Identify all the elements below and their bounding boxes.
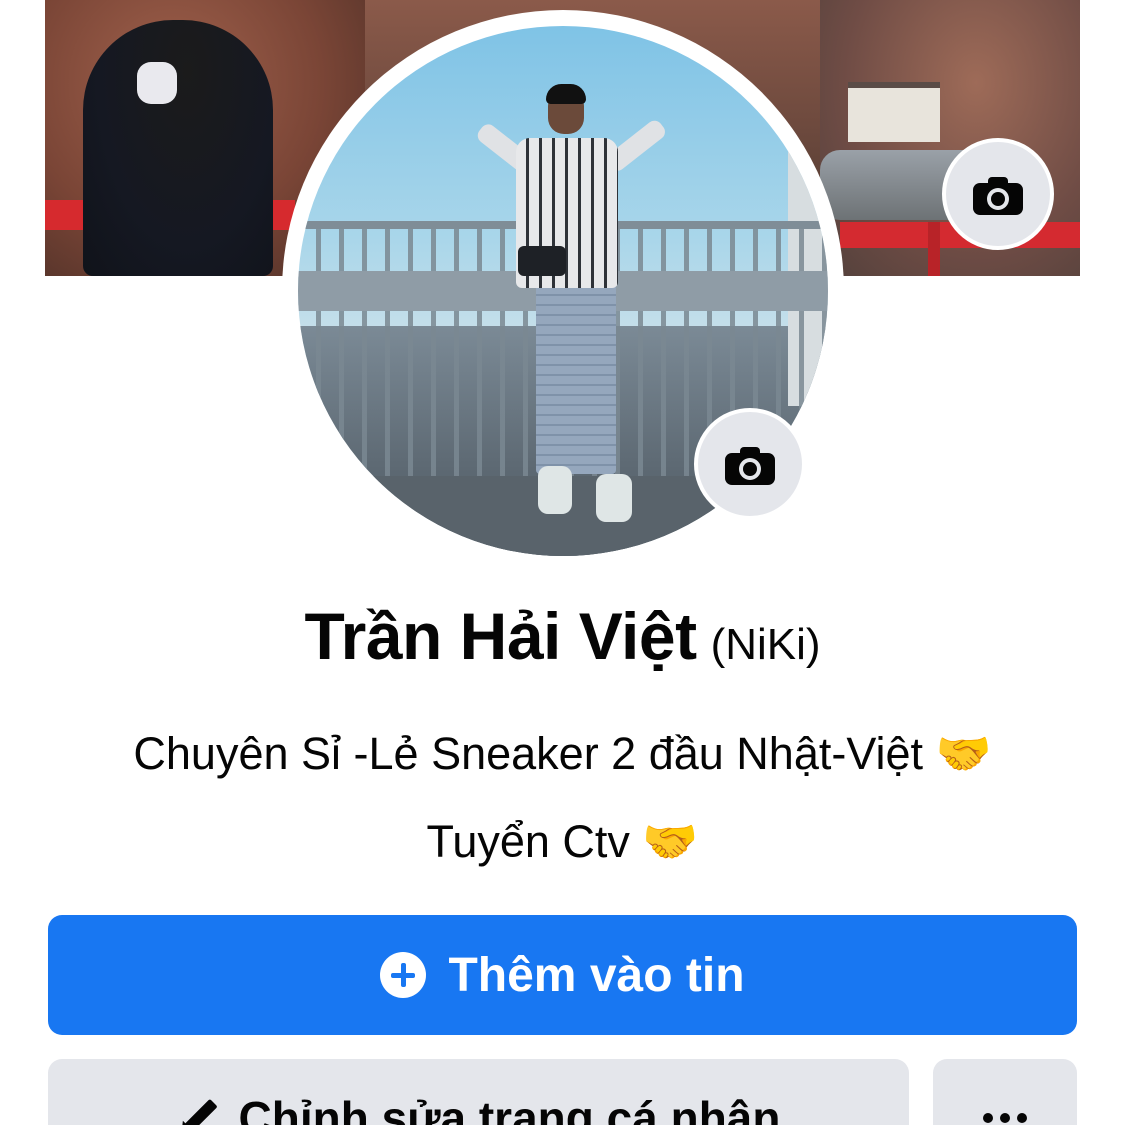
bio-line: Chuyên Sỉ -Lẻ Sneaker 2 đầu Nhật-Việt 🤝 (133, 728, 992, 779)
avatar-figure-bag (518, 246, 566, 276)
avatar-figure-hair (546, 84, 586, 104)
more-options-button[interactable] (933, 1059, 1077, 1125)
avatar-figure-legs (536, 284, 616, 474)
profile-name-row: Trần Hải Việt (NiKi) (0, 598, 1125, 674)
add-to-story-label: Thêm vào tin (448, 948, 745, 1002)
edit-cover-photo-button[interactable] (942, 138, 1054, 250)
avatar-figure-shoe-right (596, 474, 632, 522)
more-dots-icon (983, 1113, 1027, 1123)
pencil-icon (175, 1095, 218, 1125)
cover-building (848, 82, 940, 142)
camera-icon (973, 175, 1023, 215)
add-to-story-button[interactable]: Thêm vào tin (48, 915, 1077, 1035)
profile-bio: Chuyên Sỉ -Lẻ Sneaker 2 đầu Nhật-Việt 🤝 … (40, 710, 1085, 886)
cover-person (83, 20, 273, 276)
avatar-figure-shoe-left (538, 466, 572, 514)
cover-bridge-post (928, 222, 940, 276)
cover-person-mask (137, 62, 177, 104)
profile-page: Trần Hải Việt (NiKi) Chuyên Sỉ -Lẻ Sneake… (0, 0, 1125, 1125)
profile-nickname: (NiKi) (710, 620, 821, 669)
edit-profile-picture-button[interactable] (694, 408, 806, 520)
edit-profile-label: Chỉnh sửa trang cá nhân (238, 1092, 781, 1125)
profile-name: Trần Hải Việt (304, 599, 697, 673)
bio-line: Tuyển Ctv 🤝 (426, 816, 699, 867)
edit-profile-button[interactable]: Chỉnh sửa trang cá nhân (48, 1059, 909, 1125)
camera-icon (725, 445, 775, 485)
plus-circle-icon (380, 952, 427, 998)
